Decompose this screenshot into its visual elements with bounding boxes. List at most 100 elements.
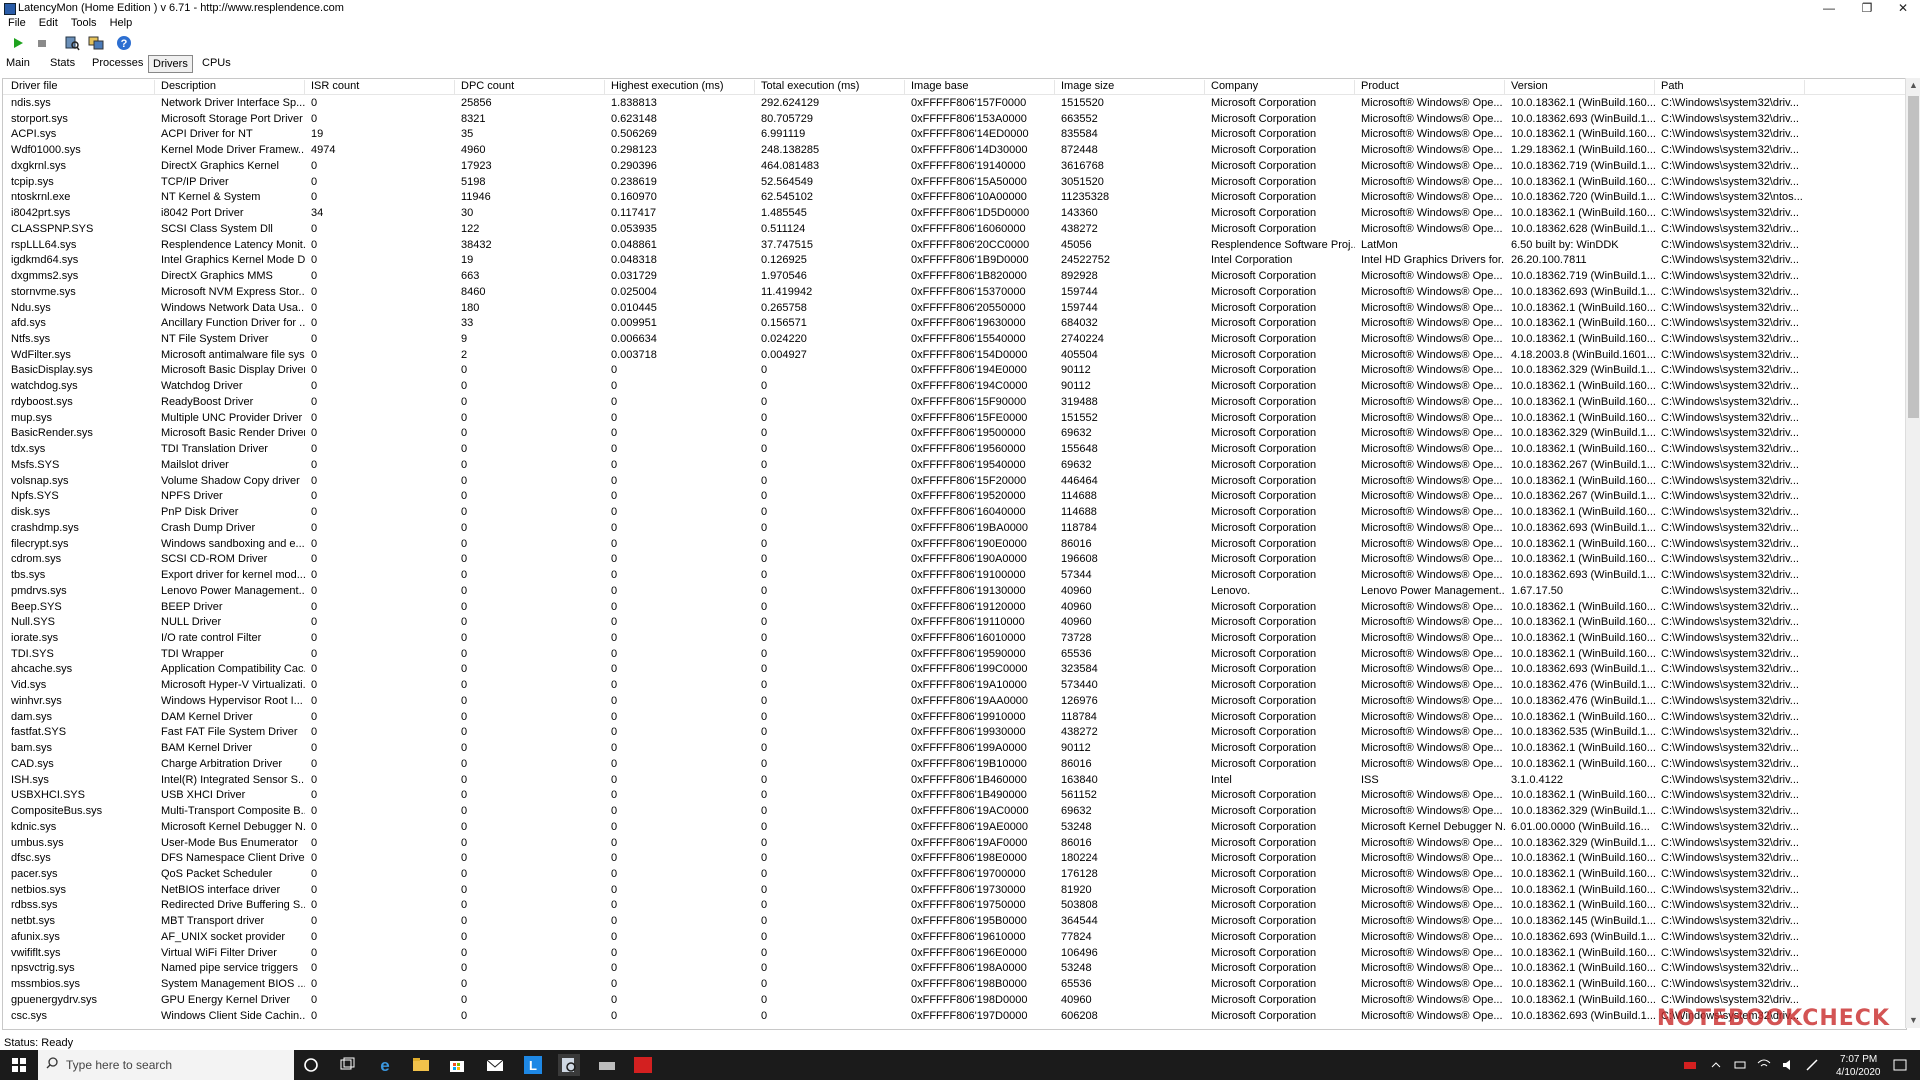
edge-button[interactable]: e (374, 1054, 396, 1076)
table-row[interactable]: rspLLL64.sys Resplendence Latency Monit..… (3, 238, 1906, 254)
table-row[interactable]: Ntfs.sys NT File System Driver 0 9 0.006634 0… (3, 332, 1906, 348)
table-row[interactable]: npsvctrig.sys Named pipe service triggers… (3, 961, 1906, 977)
column-header-company[interactable]: Company (1205, 80, 1355, 94)
tray-language-button[interactable] (1804, 1054, 1820, 1076)
file-explorer-button[interactable] (410, 1054, 432, 1076)
table-row[interactable]: cdrom.sys SCSI CD-ROM Driver 0 0 0 0 0xFFFFF80… (3, 552, 1906, 568)
table-row[interactable]: dxgkrnl.sys DirectX Graphics Kernel 0 17923… (3, 159, 1906, 175)
table-row[interactable]: mup.sys Multiple UNC Provider Driver 0 0 0 0 0… (3, 411, 1906, 427)
column-header-path[interactable]: Path (1655, 80, 1805, 94)
table-row[interactable]: kdnic.sys Microsoft Kernel Debugger N... 0… (3, 820, 1906, 836)
table-row[interactable]: storport.sys Microsoft Storage Port Drive… (3, 112, 1906, 128)
table-row[interactable]: stornvme.sys Microsoft NVM Express Stor..… (3, 285, 1906, 301)
start-monitor-button[interactable] (10, 35, 26, 51)
table-row[interactable]: netbios.sys NetBIOS interface driver 0 0 0 0 0… (3, 883, 1906, 899)
stop-monitor-button[interactable] (34, 35, 50, 51)
column-header-driver-file[interactable]: Driver file (5, 80, 155, 94)
table-row[interactable]: mssmbios.sys System Management BIOS ... 0 0… (3, 977, 1906, 993)
table-row[interactable]: CAD.sys Charge Arbitration Driver 0 0 0 0 0xFF… (3, 757, 1906, 773)
table-row[interactable]: pacer.sys QoS Packet Scheduler 0 0 0 0 0xFFFFF… (3, 867, 1906, 883)
menu-edit[interactable]: Edit (39, 17, 58, 29)
column-header-image-size[interactable]: Image size (1055, 80, 1205, 94)
column-header-version[interactable]: Version (1505, 80, 1655, 94)
table-row[interactable]: Wdf01000.sys Kernel Mode Driver Framew...… (3, 143, 1906, 159)
tab-stats[interactable]: Stats (46, 55, 79, 71)
table-row[interactable]: dfsc.sys DFS Namespace Client Driver 0 0 0 0 0… (3, 851, 1906, 867)
table-row[interactable]: ntoskrnl.exe NT Kernel & System 0 11946 0.16… (3, 190, 1906, 206)
tray-network-button[interactable] (1756, 1054, 1772, 1076)
taskbar-search-box[interactable]: Type here to search (38, 1050, 294, 1080)
vertical-scrollbar[interactable]: ▲ ▼ (1905, 78, 1920, 1028)
table-row[interactable]: tbs.sys Export driver for kernel mod... 0 0… (3, 568, 1906, 584)
table-row[interactable]: bam.sys BAM Kernel Driver 0 0 0 0 0xFFFFF806'1… (3, 741, 1906, 757)
table-row[interactable]: Npfs.SYS NPFS Driver 0 0 0 0 0xFFFFF806'195200… (3, 489, 1906, 505)
maximize-button[interactable]: ❐ (1850, 0, 1884, 16)
table-row[interactable]: disk.sys PnP Disk Driver 0 0 0 0 0xFFFFF806'16… (3, 505, 1906, 521)
table-row[interactable]: ACPI.sys ACPI Driver for NT 19 35 0.506269 6.… (3, 127, 1906, 143)
tray-clock-time[interactable]: 7:07 PM (1840, 1054, 1877, 1065)
column-header-image-base[interactable]: Image base (905, 80, 1055, 94)
menu-file[interactable]: File (8, 17, 26, 29)
table-row[interactable]: BasicDisplay.sys Microsoft Basic Display … (3, 363, 1906, 379)
network-app-button[interactable] (596, 1054, 618, 1076)
scroll-thumb[interactable] (1908, 96, 1919, 418)
table-row[interactable]: pmdrvs.sys Lenovo Power Management... 0 0 0 0… (3, 584, 1906, 600)
tray-battery-button[interactable] (1682, 1054, 1698, 1076)
table-row[interactable]: TDI.SYS TDI Wrapper 0 0 0 0 0xFFFFF806'1959000… (3, 647, 1906, 663)
table-row[interactable]: watchdog.sys Watchdog Driver 0 0 0 0 0xFFFFF80… (3, 379, 1906, 395)
table-row[interactable]: csc.sys Windows Client Side Cachin... 0 0 0 0… (3, 1009, 1906, 1025)
cortana-button[interactable] (300, 1054, 322, 1076)
menu-tools[interactable]: Tools (71, 17, 97, 29)
tray-power-button[interactable] (1732, 1054, 1748, 1076)
tray-clock-date[interactable]: 4/10/2020 (1836, 1067, 1881, 1078)
table-row[interactable]: Null.SYS NULL Driver 0 0 0 0 0xFFFFF806'191100… (3, 615, 1906, 631)
column-header-total-execution[interactable]: Total execution (ms) (755, 80, 905, 94)
tab-drivers[interactable]: Drivers (148, 55, 193, 73)
start-button[interactable] (0, 1050, 38, 1080)
table-row[interactable]: afunix.sys AF_UNIX socket provider 0 0 0 0 0xF… (3, 930, 1906, 946)
latencymon-taskbar-button[interactable]: L (522, 1054, 544, 1076)
table-row[interactable]: WdFilter.sys Microsoft antimalware file s… (3, 348, 1906, 364)
task-view-button[interactable] (336, 1054, 358, 1076)
active-app-button[interactable] (558, 1054, 580, 1076)
table-row[interactable]: i8042prt.sys i8042 Port Driver 34 30 0.11741… (3, 206, 1906, 222)
table-row[interactable]: dam.sys DAM Kernel Driver 0 0 0 0 0xFFFFF806'1… (3, 710, 1906, 726)
table-row[interactable]: afd.sys Ancillary Function Driver for ...… (3, 316, 1906, 332)
search-driver-button[interactable] (64, 35, 80, 51)
tray-volume-button[interactable] (1780, 1054, 1796, 1076)
table-row[interactable]: filecrypt.sys Windows sandboxing and e...… (3, 537, 1906, 553)
table-row[interactable]: netbt.sys MBT Transport driver 0 0 0 0 0xFFFFF… (3, 914, 1906, 930)
column-header-product[interactable]: Product (1355, 80, 1505, 94)
table-row[interactable]: vwififlt.sys Virtual WiFi Filter Driver 0 0… (3, 946, 1906, 962)
action-center-button[interactable] (1890, 1054, 1910, 1076)
table-row[interactable]: fastfat.SYS Fast FAT File System Driver 0 0… (3, 725, 1906, 741)
scroll-down-icon[interactable]: ▼ (1906, 1013, 1920, 1028)
table-row[interactable]: volsnap.sys Volume Shadow Copy driver 0 0 0 0… (3, 474, 1906, 490)
table-row[interactable]: igdkmd64.sys Intel Graphics Kernel Mode D… (3, 253, 1906, 269)
table-row[interactable]: BasicRender.sys Microsoft Basic Render Dr… (3, 426, 1906, 442)
tab-cpus[interactable]: CPUs (198, 55, 235, 71)
table-row[interactable]: rdbss.sys Redirected Drive Buffering S...… (3, 898, 1906, 914)
table-row[interactable]: ahcache.sys Application Compatibility Cac… (3, 662, 1906, 678)
table-row[interactable]: CLASSPNP.SYS SCSI Class System Dll 0 122 0.0… (3, 222, 1906, 238)
column-header-dpc-count[interactable]: DPC count (455, 80, 605, 94)
tray-show-hidden-button[interactable] (1708, 1054, 1724, 1076)
table-row[interactable]: ndis.sys Network Driver Interface Sp... 0 2… (3, 96, 1906, 112)
red-app-button[interactable] (632, 1054, 654, 1076)
table-row[interactable]: rdyboost.sys ReadyBoost Driver 0 0 0 0 0xFFFFF… (3, 395, 1906, 411)
tab-processes[interactable]: Processes (88, 55, 147, 71)
store-button[interactable] (446, 1054, 468, 1076)
table-row[interactable]: crashdmp.sys Crash Dump Driver 0 0 0 0 0xFFFFF… (3, 521, 1906, 537)
column-header-highest-execution[interactable]: Highest execution (ms) (605, 80, 755, 94)
table-row[interactable]: winhvr.sys Windows Hypervisor Root I... 0 0… (3, 694, 1906, 710)
table-row[interactable]: dxgmms2.sys DirectX Graphics MMS 0 663 0.031… (3, 269, 1906, 285)
table-row[interactable]: USBXHCI.SYS USB XHCI Driver 0 0 0 0 0xFFFFF806… (3, 788, 1906, 804)
column-header-description[interactable]: Description (155, 80, 305, 94)
close-button[interactable]: ✕ (1886, 0, 1920, 16)
table-row[interactable]: umbus.sys User-Mode Bus Enumerator 0 0 0 0 0xF… (3, 836, 1906, 852)
table-row[interactable]: gpuenergydrv.sys GPU Energy Kernel Driver… (3, 993, 1906, 1009)
table-row[interactable]: tdx.sys TDI Translation Driver 0 0 0 0 0xFFFFF… (3, 442, 1906, 458)
copy-window-button[interactable] (88, 35, 104, 51)
table-row[interactable]: Vid.sys Microsoft Hyper-V Virtualizati...… (3, 678, 1906, 694)
table-row[interactable]: tcpip.sys TCP/IP Driver 0 5198 0.238619 52.56… (3, 175, 1906, 191)
